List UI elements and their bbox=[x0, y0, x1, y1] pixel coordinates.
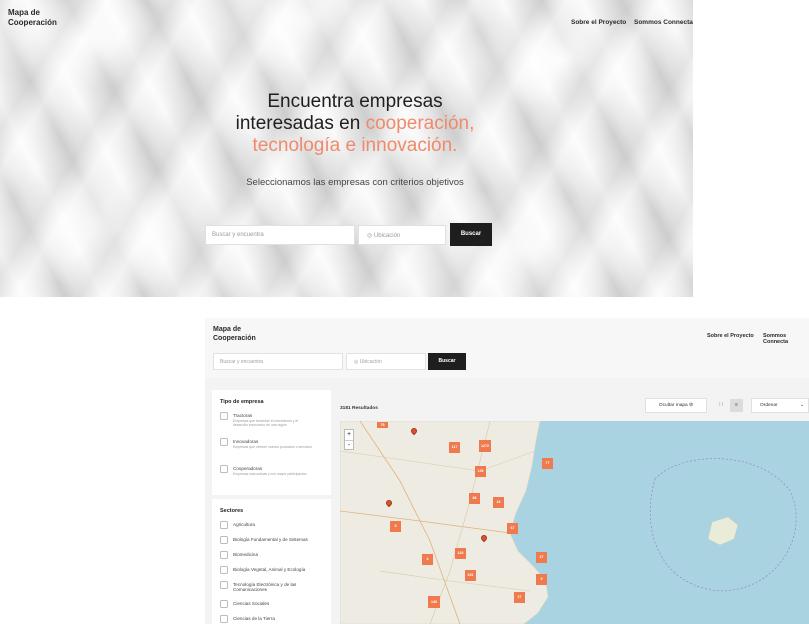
hero-title-line1: Encuentra empresas bbox=[267, 91, 443, 112]
results-count: 3181 Resultados bbox=[340, 406, 378, 411]
map-cluster[interactable]: 75 bbox=[377, 422, 388, 428]
app-nav-link-about[interactable]: Sobre el Proyecto bbox=[707, 333, 754, 339]
map-cluster[interactable]: 4 bbox=[422, 554, 433, 565]
checkbox[interactable] bbox=[220, 438, 228, 446]
sector-label: Tecnología Electrónica y de las Comunica… bbox=[233, 581, 297, 593]
sector-label: Ciencias Sociales bbox=[233, 600, 270, 606]
map-cluster[interactable]: 140 bbox=[428, 596, 440, 608]
checkbox[interactable] bbox=[220, 615, 228, 623]
map-cluster[interactable]: 191 bbox=[465, 570, 476, 581]
map-cluster[interactable]: 67 bbox=[507, 523, 518, 534]
app-location-placeholder: Ubicación bbox=[359, 359, 382, 365]
sector-label: Biología Vegetal, Animal y Ecología bbox=[233, 566, 306, 572]
chevron-down-icon: ⌄ bbox=[799, 403, 804, 408]
map-cluster[interactable]: 3 bbox=[390, 521, 401, 532]
hero-title: Encuentra empresas interesadas en cooper… bbox=[180, 91, 530, 157]
company-type-panel: Tipo de empresa Tractoras Empresas que f… bbox=[212, 390, 331, 495]
location-pin-icon: ◎ bbox=[367, 233, 374, 239]
hero-location-placeholder: Ubicación bbox=[373, 233, 401, 239]
hero-search-input[interactable]: Buscar y encuentra bbox=[205, 225, 355, 245]
checkbox[interactable] bbox=[220, 581, 228, 589]
hero-subtitle: Seleccionamos las empresas con criterios… bbox=[246, 177, 464, 188]
option-label: Cooperadoras bbox=[233, 465, 263, 471]
checkbox[interactable] bbox=[220, 600, 228, 608]
checkbox[interactable] bbox=[220, 465, 228, 473]
eye-off-icon: ⊘ bbox=[687, 403, 694, 408]
map-cluster[interactable]: 117 bbox=[449, 442, 460, 453]
hero-title-accent-1: cooperación, bbox=[365, 113, 475, 134]
nav-link-connecta[interactable]: Sommos Connecta bbox=[634, 19, 693, 26]
app-location-input[interactable]: ◎ Ubicación bbox=[346, 353, 426, 370]
nav-link-about[interactable]: Sobre el Proyecto bbox=[571, 19, 626, 26]
map-cluster[interactable]: 120 bbox=[455, 548, 466, 559]
app-search-input[interactable]: Buscar y encuentra bbox=[213, 353, 343, 370]
checkbox[interactable] bbox=[220, 551, 228, 559]
zoom-out-button[interactable]: - bbox=[345, 441, 353, 451]
sort-select[interactable]: Ordenar ⌄ bbox=[751, 398, 809, 413]
sectors-panel: Sectores Agricultura Biología Fundamenta… bbox=[212, 499, 331, 624]
option-description: Empresas que ofrecen nuevos productos o … bbox=[233, 445, 312, 449]
sector-label: Ciencias de la Tierra bbox=[233, 615, 275, 621]
hero-title-line2: interesadas en cooperación, bbox=[180, 113, 530, 135]
checkbox[interactable] bbox=[220, 521, 228, 529]
hero-location-input[interactable]: ◎ Ubicación bbox=[358, 225, 446, 245]
option-label: Innovadoras bbox=[233, 438, 259, 444]
company-type-title: Tipo de empresa bbox=[220, 399, 264, 405]
hero-title-accent-2: tecnología e innovación. bbox=[252, 135, 458, 156]
zoom-control: + - bbox=[344, 429, 354, 450]
list-view-icon[interactable]: ≡ bbox=[730, 399, 743, 412]
map-land bbox=[340, 421, 797, 624]
sort-label: Ordenar bbox=[760, 403, 778, 408]
checkbox[interactable] bbox=[220, 412, 228, 420]
hero-logo[interactable]: Mapa de Cooperación bbox=[8, 8, 78, 28]
map-cluster[interactable]: 27 bbox=[536, 552, 547, 563]
hero-search-button[interactable]: Buscar bbox=[450, 223, 492, 246]
results-map[interactable] bbox=[340, 421, 809, 624]
checkbox[interactable] bbox=[220, 566, 228, 574]
option-description: Empresas que fomentan el crecimiento y e… bbox=[233, 419, 299, 428]
app-preview: Mapa de Cooperación Sobre el Proyecto So… bbox=[205, 318, 809, 624]
grid-view-icon[interactable]: ∷ bbox=[715, 399, 727, 412]
app-search-button[interactable]: Buscar bbox=[428, 353, 466, 370]
option-label: Tractoras bbox=[233, 412, 253, 418]
app-nav-link-connecta[interactable]: Sommos Connecta bbox=[763, 333, 809, 345]
app-logo[interactable]: Mapa de Cooperación bbox=[213, 325, 273, 343]
map-cluster[interactable]: 9 bbox=[536, 574, 547, 585]
map-cluster[interactable]: 77 bbox=[542, 458, 553, 469]
map-cluster[interactable]: 1272 bbox=[479, 440, 491, 452]
hide-map-button[interactable]: Ocultar mapa ⊘ bbox=[645, 398, 707, 413]
sectors-title: Sectores bbox=[220, 508, 244, 514]
map-cluster[interactable]: 27 bbox=[514, 592, 525, 603]
map-cluster[interactable]: 16 bbox=[493, 497, 504, 508]
sector-label: Biomedicina bbox=[233, 551, 259, 557]
checkbox[interactable] bbox=[220, 536, 228, 544]
option-description: Empresas más activas y con mayor partici… bbox=[233, 472, 307, 476]
hero-title-line2-text: interesadas en bbox=[235, 113, 366, 134]
map-cluster[interactable]: 88 bbox=[469, 493, 480, 504]
zoom-in-button[interactable]: + bbox=[345, 430, 353, 441]
sector-label: Agricultura bbox=[233, 521, 255, 527]
hide-map-label: Ocultar mapa bbox=[658, 403, 688, 408]
sector-label: Biología Fundamental y de Sistemas bbox=[233, 536, 308, 542]
map-cluster[interactable]: 139 bbox=[475, 466, 486, 477]
